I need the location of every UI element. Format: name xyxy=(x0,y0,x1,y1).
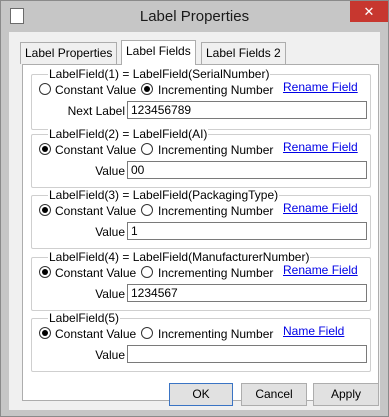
label-properties-dialog: Label Properties ✕ Label Properties Labe… xyxy=(0,0,389,417)
incrementing-number-radio-3[interactable] xyxy=(141,204,153,216)
value-input-2[interactable]: 00 xyxy=(127,161,367,179)
incrementing-number-radio-2[interactable] xyxy=(141,143,153,155)
constant-value-radio-2[interactable] xyxy=(39,143,51,155)
value-label-5: Value xyxy=(95,348,125,362)
rename-field-link-2[interactable]: Rename Field xyxy=(283,140,358,154)
window-title: Label Properties xyxy=(139,8,250,25)
value-label-3: Value xyxy=(95,225,125,239)
constant-value-label-1[interactable]: Constant Value xyxy=(55,83,136,97)
tab-label-properties[interactable]: Label Properties xyxy=(20,42,118,64)
constant-value-label-4[interactable]: Constant Value xyxy=(55,266,136,280)
dialog-client-area: Label Properties Label Fields Label Fiel… xyxy=(9,32,380,410)
incrementing-number-label-3[interactable]: Incrementing Number xyxy=(158,204,273,218)
name-field-link-5[interactable]: Name Field xyxy=(283,324,344,338)
constant-value-label-3[interactable]: Constant Value xyxy=(55,204,136,218)
value-input-3[interactable]: 1 xyxy=(127,222,367,240)
incrementing-number-label-5[interactable]: Incrementing Number xyxy=(158,327,273,341)
incrementing-number-label-1[interactable]: Incrementing Number xyxy=(158,83,273,97)
constant-value-label-2[interactable]: Constant Value xyxy=(55,143,136,157)
label-field-3-legend: LabelField(3) = LabelField(PackagingType… xyxy=(48,188,280,202)
next-label-input[interactable]: 123456789 xyxy=(127,101,367,119)
ok-button[interactable]: OK xyxy=(169,383,233,406)
apply-button[interactable]: Apply xyxy=(313,383,379,406)
label-field-5-legend: LabelField(5) xyxy=(48,311,121,325)
tab-label-fields[interactable]: Label Fields xyxy=(121,40,196,65)
incrementing-number-radio-5[interactable] xyxy=(141,327,153,339)
constant-value-label-5[interactable]: Constant Value xyxy=(55,327,136,341)
label-field-2-group: LabelField(2) = LabelField(AI) Constant … xyxy=(31,128,371,188)
incrementing-number-label-2[interactable]: Incrementing Number xyxy=(158,143,273,157)
constant-value-radio-3[interactable] xyxy=(39,204,51,216)
label-field-5-group: LabelField(5) Constant Value Incrementin… xyxy=(31,312,371,372)
constant-value-radio-5[interactable] xyxy=(39,327,51,339)
constant-value-radio-1[interactable] xyxy=(39,83,51,95)
close-button[interactable]: ✕ xyxy=(350,1,388,22)
rename-field-link-1[interactable]: Rename Field xyxy=(283,80,358,94)
incrementing-number-radio-1[interactable] xyxy=(141,83,153,95)
label-field-1-group: LabelField(1) = LabelField(SerialNumber)… xyxy=(31,68,371,130)
incrementing-number-label-4[interactable]: Incrementing Number xyxy=(158,266,273,280)
label-field-4-group: LabelField(4) = LabelField(ManufacturerN… xyxy=(31,251,371,311)
value-input-4[interactable]: 1234567 xyxy=(127,284,367,302)
value-label-4: Value xyxy=(95,287,125,301)
cancel-button[interactable]: Cancel xyxy=(241,383,307,406)
tab-label-fields-2[interactable]: Label Fields 2 xyxy=(201,42,286,64)
label-field-4-legend: LabelField(4) = LabelField(ManufacturerN… xyxy=(48,250,311,264)
value-label-2: Value xyxy=(95,164,125,178)
value-input-5[interactable] xyxy=(127,345,367,363)
next-label-label: Next Label xyxy=(67,104,125,118)
rename-field-link-3[interactable]: Rename Field xyxy=(283,201,358,215)
label-field-3-group: LabelField(3) = LabelField(PackagingType… xyxy=(31,189,371,249)
label-field-2-legend: LabelField(2) = LabelField(AI) xyxy=(48,127,209,141)
title-bar[interactable]: Label Properties ✕ xyxy=(1,1,388,32)
incrementing-number-radio-4[interactable] xyxy=(141,266,153,278)
rename-field-link-4[interactable]: Rename Field xyxy=(283,263,358,277)
constant-value-radio-4[interactable] xyxy=(39,266,51,278)
label-field-1-legend: LabelField(1) = LabelField(SerialNumber) xyxy=(48,67,271,81)
